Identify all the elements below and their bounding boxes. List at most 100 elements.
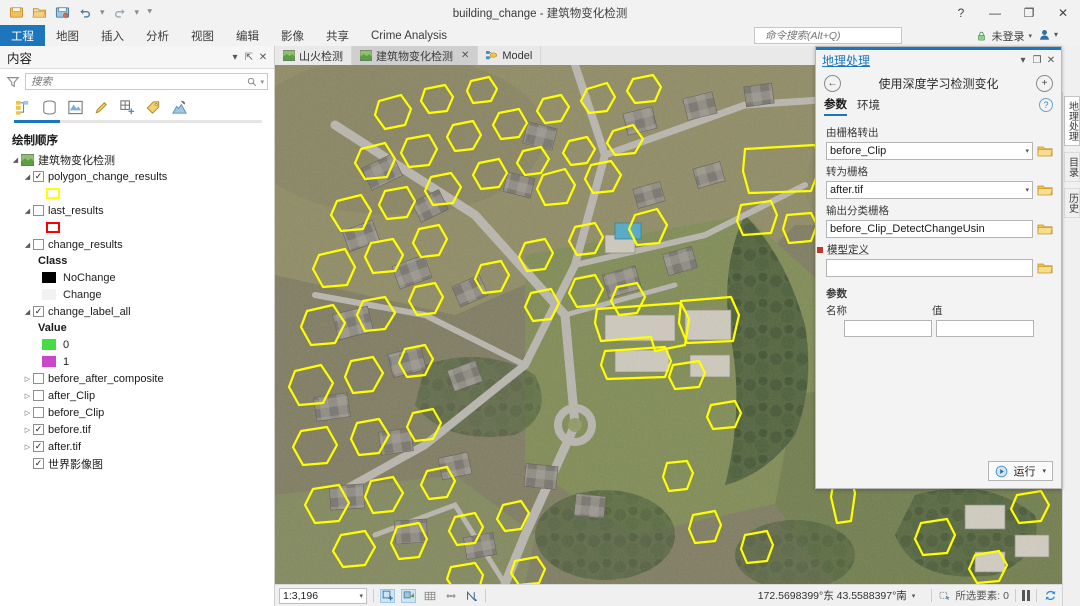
ribbon-tab-crime-analysis[interactable]: Crime Analysis [360,25,458,46]
tab-parameters[interactable]: 参数 [824,96,847,116]
contents-search-input[interactable] [29,74,248,89]
layer-item-last-results[interactable]: ◢ last_results [6,202,274,219]
right-tab-geoprocessing[interactable]: 地理处理 [1063,96,1080,146]
locate-icon[interactable] [464,589,479,603]
expander-icon[interactable]: ▷ [22,443,33,451]
expander-icon[interactable]: ▷ [22,409,33,417]
redo-dropdown-caret[interactable]: ▾ [135,7,140,18]
scale-caret-icon[interactable]: ▾ [359,592,363,600]
layer-item-before-clip[interactable]: ▷ before_Clip [6,404,274,421]
contents-menu-caret-icon[interactable]: ▾ [228,49,242,65]
layer-checkbox[interactable] [33,390,44,401]
sign-in-caret[interactable]: ▾ [1028,32,1032,40]
model-definition-input[interactable] [826,259,1033,277]
layer-root-map[interactable]: ◢ 建筑物变化检测 [6,151,274,168]
save-as-icon[interactable] [54,5,70,21]
save-icon[interactable] [8,5,24,21]
list-by-drawing-order-icon[interactable] [14,98,33,117]
list-by-labeling-icon[interactable] [144,98,163,117]
output-classified-raster-input[interactable]: before_Clip_DetectChangeUsin [826,220,1033,238]
expander-icon[interactable]: ◢ [10,156,21,164]
layer-checkbox[interactable]: ✓ [33,458,44,469]
expander-icon[interactable]: ▷ [22,375,33,383]
parameter-value-input[interactable] [936,320,1034,337]
ribbon-tab-view[interactable]: 视图 [180,25,225,46]
layer-checkbox[interactable] [33,239,44,250]
layer-checkbox[interactable] [33,373,44,384]
ribbon-tab-share[interactable]: 共享 [315,25,360,46]
geoprocessing-close-icon[interactable]: ✕ [1044,52,1058,68]
right-tab-catalog[interactable]: 目录 [1063,152,1080,182]
user-avatar-button[interactable]: ▾ [1038,28,1058,41]
from-raster-combo[interactable]: before_Clip ▾ [826,142,1033,160]
right-tab-history[interactable]: 历史 [1063,188,1080,218]
measure-icon[interactable] [443,589,458,603]
minimize-button[interactable]: — [978,0,1012,25]
close-button[interactable]: ✕ [1046,0,1080,25]
layer-item-change-label-all[interactable]: ◢ ✓ change_label_all [6,303,274,320]
expander-icon[interactable]: ◢ [22,241,33,249]
layer-checkbox[interactable]: ✓ [33,306,44,317]
ribbon-tab-project[interactable]: 工程 [0,25,45,46]
list-by-selection-icon[interactable] [66,98,85,117]
view-tab-model[interactable]: Model [478,46,542,65]
expander-icon[interactable]: ◢ [22,308,33,316]
layer-item-polygon-change-results[interactable]: ◢ ✓ polygon_change_results [6,168,274,185]
tab-environments[interactable]: 环境 [857,97,880,115]
layer-checkbox[interactable] [33,407,44,418]
expander-icon[interactable]: ◢ [22,173,33,181]
run-dropdown-caret-icon[interactable]: ▾ [1042,467,1046,475]
filter-icon[interactable] [6,75,20,89]
contents-search-box[interactable]: ▾ [25,73,268,90]
ribbon-tab-imagery[interactable]: 影像 [270,25,315,46]
open-icon[interactable] [31,5,47,21]
command-search-input[interactable] [763,28,904,43]
contents-close-icon[interactable]: ✕ [256,49,270,65]
redo-icon[interactable] [112,5,128,21]
view-tab-building-change[interactable]: 建筑物变化检测 ✕ [352,46,479,65]
undo-dropdown-caret[interactable]: ▾ [100,7,105,18]
browse-folder-icon[interactable] [1037,222,1053,237]
parameter-name-input[interactable] [844,320,932,337]
geoprocessing-menu-caret-icon[interactable]: ▾ [1016,52,1030,68]
ribbon-tab-edit[interactable]: 编辑 [225,25,270,46]
expander-icon[interactable]: ▷ [22,392,33,400]
layer-item-change-results[interactable]: ◢ change_results [6,236,274,253]
contents-search-caret[interactable]: ▾ [260,78,264,86]
contents-pin-icon[interactable]: ⇱ [242,49,256,65]
to-raster-combo[interactable]: after.tif ▾ [826,181,1033,199]
expander-icon[interactable]: ◢ [22,207,33,215]
browse-folder-icon[interactable] [1037,183,1053,198]
chevron-down-icon[interactable]: ▾ [1025,186,1029,194]
customize-quick-access-icon[interactable]: ⯆ [146,7,153,18]
browse-folder-icon[interactable] [1037,261,1053,276]
back-arrow-icon[interactable]: ← [824,74,841,92]
sign-in-status[interactable]: 未登录 ▾ [976,28,1032,44]
map-scale-combo[interactable]: 1:3,196 ▾ [279,587,367,604]
browse-folder-icon[interactable] [1037,144,1053,159]
ribbon-tab-map[interactable]: 地图 [45,25,90,46]
chevron-down-icon[interactable]: ▾ [1025,147,1029,155]
list-by-data-source-icon[interactable] [40,98,59,117]
geoprocessing-pin-icon[interactable]: ❐ [1030,52,1044,68]
coordinates-caret-icon[interactable]: ▾ [912,592,916,600]
explore-icon[interactable] [401,588,416,603]
help-button[interactable]: ? [944,0,978,25]
layer-item-before-after-composite[interactable]: ▷ before_after_composite [6,370,274,387]
view-tab-wildfire[interactable]: 山火检测 [275,46,352,65]
layer-item-after-clip[interactable]: ▷ after_Clip [6,387,274,404]
undo-icon[interactable] [77,5,93,21]
plus-icon[interactable]: + [1036,74,1053,92]
layer-checkbox[interactable]: ✓ [33,441,44,452]
maximize-button[interactable]: ❐ [1012,0,1046,25]
layer-checkbox[interactable]: ✓ [33,424,44,435]
pause-drawing-icon[interactable] [1022,590,1030,601]
view-tab-close-icon[interactable]: ✕ [461,50,469,61]
list-by-editing-icon[interactable] [92,98,111,117]
refresh-icon[interactable] [1043,589,1058,603]
layer-checkbox[interactable]: ✓ [33,171,44,182]
select-features-icon[interactable] [380,588,395,603]
layer-item-after-tif[interactable]: ▷ ✓ after.tif [6,438,274,455]
list-by-charts-icon[interactable] [170,98,189,117]
run-button[interactable]: 运行 ▾ [988,461,1053,481]
